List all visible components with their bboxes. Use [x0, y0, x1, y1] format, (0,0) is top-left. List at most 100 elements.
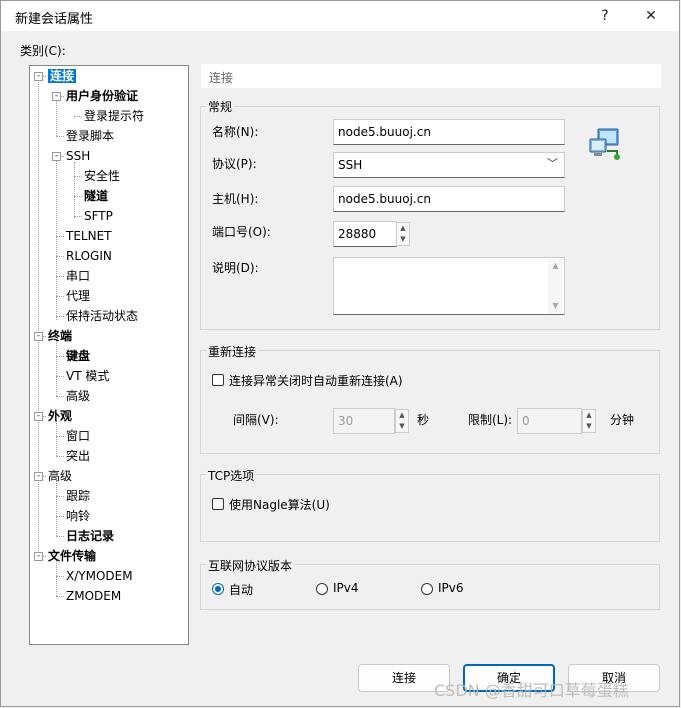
tree-item[interactable]: X/YMODEM — [66, 567, 133, 585]
tree-item[interactable]: 连接 — [48, 67, 77, 85]
nagle-label: 使用Nagle算法(U) — [229, 498, 330, 512]
tree-item-label: 登录脚本 — [66, 129, 115, 143]
collapse-icon[interactable]: - — [34, 552, 43, 561]
tcp-group-title: TCP选项 — [206, 467, 257, 484]
tree-item[interactable]: 高级 — [66, 387, 90, 405]
tree-item-label: 安全性 — [84, 169, 121, 183]
category-tree[interactable]: 连接 - 用户身份验证 - 登录提示符 登录脚本 SSH - 安全性 隧道 SFTP TELNET RL… — [29, 65, 189, 645]
scroll-down-icon[interactable]: ▼ — [548, 299, 563, 313]
tree-item[interactable]: 代理 — [66, 287, 90, 305]
interval-input[interactable]: 30 — [333, 408, 395, 434]
interval-stepper[interactable]: ▲ ▼ — [395, 409, 409, 433]
chevron-down-icon: ﹀ — [547, 157, 558, 170]
tree-connector — [56, 496, 64, 497]
tree-connector — [38, 80, 39, 555]
tree-connector — [56, 576, 64, 577]
title-bar: 新建会话属性 ? ✕ — [1, 1, 679, 31]
tree-connector — [56, 356, 64, 357]
tree-item[interactable]: 隧道 — [84, 187, 108, 205]
tree-item[interactable]: 日志记录 — [66, 527, 114, 545]
name-label: 名称(N): — [212, 125, 259, 139]
tree-item[interactable]: 安全性 — [84, 167, 120, 185]
tree-item[interactable]: 保持活动状态 — [66, 307, 138, 325]
tree-item-label: 高级 — [48, 469, 73, 483]
tree-item[interactable]: SFTP — [84, 207, 113, 225]
tree-item-label: 突出 — [66, 449, 91, 463]
ip-auto-radio[interactable] — [212, 583, 224, 595]
collapse-icon[interactable]: - — [34, 412, 43, 421]
collapse-icon[interactable]: - — [34, 472, 43, 481]
collapse-icon[interactable]: - — [34, 332, 43, 341]
tree-item[interactable]: 跟踪 — [66, 487, 90, 505]
collapse-icon[interactable]: - — [52, 152, 61, 161]
close-button[interactable]: ✕ — [636, 5, 666, 27]
tree-item-label: 串口 — [66, 269, 91, 283]
arrow-up-icon[interactable]: ▲ — [397, 223, 409, 234]
port-stepper[interactable]: ▲ ▼ — [396, 222, 410, 246]
auto-reconnect-checkbox[interactable] — [212, 374, 224, 386]
ipv4-label: IPv4 — [333, 581, 359, 595]
help-button[interactable]: ? — [590, 5, 620, 27]
tree-connector — [56, 276, 64, 277]
arrow-down-icon[interactable]: ▼ — [397, 234, 409, 245]
scroll-up-icon[interactable]: ▲ — [548, 259, 563, 273]
tree-item[interactable]: RLOGIN — [66, 247, 112, 265]
tree-item[interactable]: 突出 — [66, 447, 90, 465]
limit-label: 限制(L): — [468, 413, 513, 427]
arrow-down-icon[interactable]: ▼ — [396, 421, 408, 432]
tree-item[interactable]: VT 模式 — [66, 367, 109, 385]
host-label: 主机(H): — [212, 192, 259, 206]
port-input[interactable]: 28880 — [333, 221, 397, 247]
name-input[interactable]: node5.buuoj.cn — [333, 119, 565, 145]
category-label: 类别(C): — [20, 44, 66, 58]
limit-input[interactable]: 0 — [517, 408, 582, 434]
tree-item[interactable]: 文件传输 — [48, 547, 96, 565]
tree-connector — [56, 376, 64, 377]
tree-item[interactable]: 串口 — [66, 267, 90, 285]
tree-item[interactable]: 终端 — [48, 327, 72, 345]
ipv6-radio[interactable] — [421, 583, 433, 595]
tree-item-label: SFTP — [84, 209, 113, 223]
session-properties-dialog: 新建会话属性 ? ✕ 类别(C): 连接 - 用户身份验证 - 登录提示符 登录脚本 SSH… — [0, 0, 680, 707]
tree-item[interactable]: 窗口 — [66, 427, 90, 445]
tree-item-label: 键盘 — [66, 349, 91, 363]
tree-item[interactable]: ZMODEM — [66, 587, 121, 605]
nagle-checkbox[interactable] — [212, 498, 224, 510]
tree-item-label: 连接 — [48, 69, 77, 83]
ipv4-radio[interactable] — [316, 583, 328, 595]
description-textarea[interactable] — [333, 257, 565, 315]
collapse-icon[interactable]: - — [34, 72, 43, 81]
arrow-up-icon[interactable]: ▲ — [583, 410, 595, 421]
tree-connector — [56, 536, 64, 537]
arrow-down-icon[interactable]: ▼ — [583, 421, 595, 432]
tree-item[interactable]: 外观 — [48, 407, 72, 425]
host-input[interactable]: node5.buuoj.cn — [333, 186, 565, 212]
arrow-up-icon[interactable]: ▲ — [396, 410, 408, 421]
tree-connector — [56, 480, 57, 536]
collapse-icon[interactable]: - — [52, 92, 61, 101]
reconnect-group-title: 重新连接 — [206, 343, 259, 360]
watermark-text: CSDN @香甜可口草莓蛋糕 — [434, 681, 629, 700]
general-group-title: 常规 — [206, 98, 235, 115]
tree-item[interactable]: 响铃 — [66, 507, 90, 525]
tree-item[interactable]: 登录脚本 — [66, 127, 114, 145]
protocol-select[interactable]: SSH ﹀ — [333, 152, 565, 178]
tree-connector — [56, 516, 64, 517]
tree-item-label: 响铃 — [66, 509, 91, 523]
tree-connector — [74, 162, 75, 218]
tree-item[interactable]: 键盘 — [66, 347, 90, 365]
tree-item[interactable]: 高级 — [48, 467, 72, 485]
tree-item[interactable]: 登录提示符 — [84, 107, 144, 125]
tree-item[interactable]: 用户身份验证 — [66, 87, 138, 105]
tree-item[interactable]: TELNET — [66, 227, 112, 245]
port-label: 端口号(O): — [212, 225, 271, 239]
description-label: 说明(D): — [212, 261, 259, 275]
description-scrollbar[interactable]: ▲ ▼ — [548, 259, 563, 313]
tree-item-label: 终端 — [48, 329, 73, 343]
tree-connector — [56, 100, 57, 136]
tree-item-label: 保持活动状态 — [66, 309, 139, 323]
limit-stepper[interactable]: ▲ ▼ — [582, 409, 596, 433]
tree-item[interactable]: SSH — [66, 147, 90, 165]
panel-header: 连接 — [201, 64, 661, 88]
tree-item-label: ZMODEM — [66, 589, 122, 603]
